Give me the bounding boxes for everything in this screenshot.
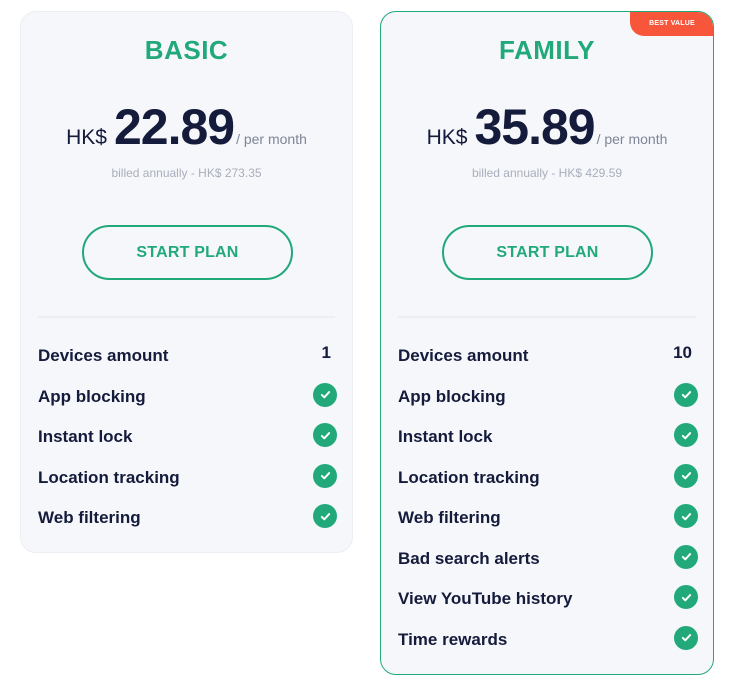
plan-card-basic: BASIC HK$ 22.89 / per month billed annua… (20, 11, 353, 553)
price-currency: HK$ (426, 126, 468, 149)
price-period: / per month (596, 131, 668, 147)
check-circle-icon (313, 463, 337, 488)
check-circle-icon (674, 585, 698, 610)
check-circle-icon (313, 423, 337, 448)
check-circle-icon (674, 544, 698, 569)
feature-label: Web filtering (38, 508, 141, 528)
billed-annually-note: billed annually - HK$ 273.35 (111, 166, 262, 180)
feature-label: Location tracking (398, 467, 540, 487)
feature-list: Devices amount 10 App blocking Instant l… (398, 336, 698, 660)
feature-location-tracking: Location tracking (38, 458, 337, 499)
check-circle-icon (674, 423, 698, 448)
feature-app-blocking: App blocking (398, 377, 698, 418)
feature-label: Location tracking (38, 467, 180, 487)
price-period: / per month (236, 131, 307, 147)
start-plan-button[interactable]: START PLAN (442, 225, 653, 280)
feature-label: Instant lock (398, 427, 493, 447)
plan-name: BASIC (144, 35, 229, 65)
feature-instant-lock: Instant lock (38, 417, 337, 458)
check-circle-icon (313, 382, 337, 407)
best-value-badge: BEST VALUE (630, 12, 713, 36)
feature-label: Web filtering (398, 508, 501, 528)
check-circle-icon (674, 382, 698, 407)
feature-instant-lock: Instant lock (398, 417, 698, 458)
check-circle-icon (674, 463, 698, 488)
price: HK$ 22.89 / per month (21, 102, 352, 152)
billed-annually-note: billed annually - HK$ 429.59 (471, 166, 623, 180)
feature-app-blocking: App blocking (38, 377, 337, 418)
feature-label: App blocking (38, 386, 146, 406)
feature-list: Devices amount 1 App blocking Instant lo… (38, 336, 337, 539)
plan-card-family: BEST VALUE FAMILY HK$ 35.89 / per month … (380, 11, 714, 675)
feature-label: Devices amount (398, 346, 529, 366)
feature-view-youtube-history: View YouTube history (398, 579, 698, 620)
feature-value: 1 (321, 343, 331, 363)
feature-location-tracking: Location tracking (398, 458, 698, 499)
feature-devices-amount: Devices amount 10 (398, 336, 698, 377)
feature-time-rewards: Time rewards (398, 620, 698, 661)
feature-web-filtering: Web filtering (38, 498, 337, 539)
check-circle-icon (674, 504, 698, 529)
feature-web-filtering: Web filtering (398, 498, 698, 539)
price: HK$ 35.89 / per month (381, 102, 713, 152)
feature-devices-amount: Devices amount 1 (38, 336, 337, 377)
plan-name: FAMILY (499, 35, 595, 65)
price-currency: HK$ (66, 126, 107, 149)
feature-label: Devices amount (38, 346, 169, 366)
feature-label: Bad search alerts (398, 548, 540, 568)
divider (398, 316, 696, 318)
feature-bad-search-alerts: Bad search alerts (398, 539, 698, 580)
feature-label: Instant lock (38, 427, 133, 447)
feature-label: View YouTube history (398, 589, 573, 609)
price-amount: 35.89 (474, 99, 595, 155)
feature-value: 10 (673, 343, 692, 363)
divider (38, 316, 335, 318)
check-circle-icon (674, 625, 698, 650)
check-circle-icon (313, 504, 337, 529)
feature-label: App blocking (398, 386, 506, 406)
start-plan-button[interactable]: START PLAN (82, 225, 293, 280)
feature-label: Time rewards (398, 629, 508, 649)
price-amount: 22.89 (113, 99, 235, 155)
